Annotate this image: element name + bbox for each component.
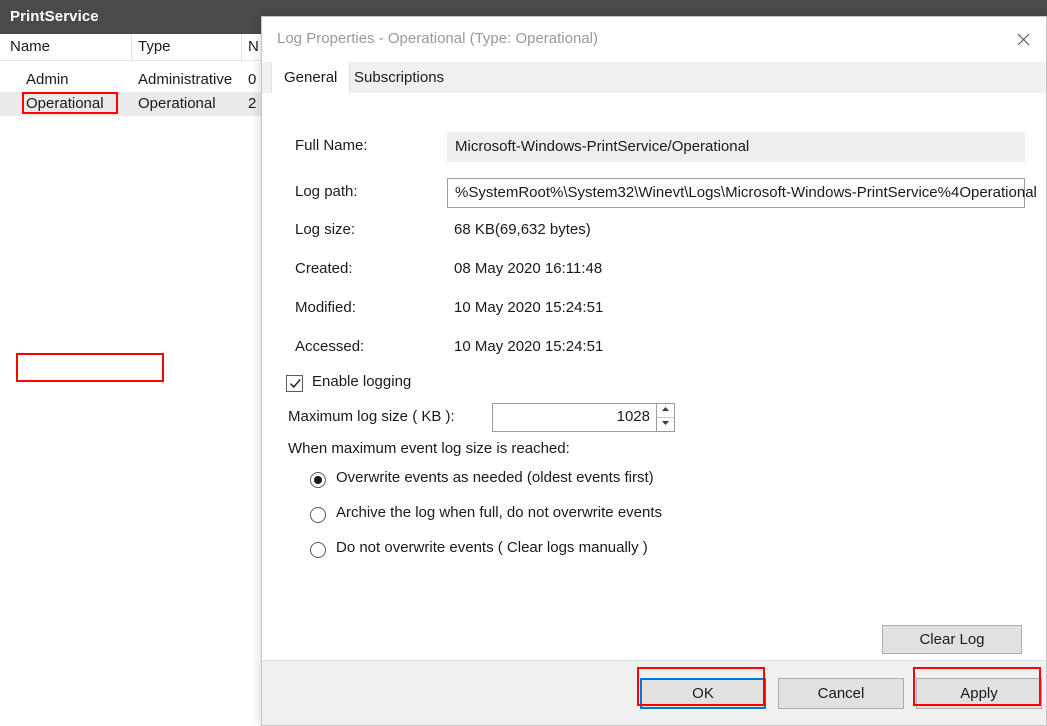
enable-logging-label: Enable logging: [312, 373, 412, 390]
dialog-titlebar: Log Properties - Operational (Type: Oper…: [262, 17, 1046, 62]
max-log-size-label: Maximum log size ( KB ):: [288, 408, 455, 425]
apply-button[interactable]: Apply: [916, 678, 1042, 709]
column-header-number[interactable]: N: [248, 38, 259, 55]
general-tab-panel: Full Name: Microsoft-Windows-PrintServic…: [262, 93, 1046, 654]
radio-label: Overwrite events as needed (oldest event…: [336, 469, 654, 486]
log-list-header: Name Type N: [0, 34, 262, 61]
event-viewer-title: PrintService: [10, 8, 99, 25]
full-name-value: Microsoft-Windows-PrintService/Operation…: [455, 138, 750, 155]
log-path-value: %SystemRoot%\System32\Winevt\Logs\Micros…: [455, 184, 1037, 201]
column-header-name[interactable]: Name: [10, 38, 50, 55]
modified-value: 10 May 2020 15:24:51: [454, 299, 604, 316]
created-value: 08 May 2020 16:11:48: [454, 260, 603, 277]
dialog-tabstrip: General Subscriptions: [262, 62, 1046, 94]
tab-general[interactable]: General: [271, 62, 351, 93]
log-size-label: Log size:: [295, 221, 356, 238]
max-log-size-stepper[interactable]: 1028: [492, 403, 675, 432]
checkmark-icon: [289, 379, 301, 389]
dialog-title: Log Properties - Operational (Type: Oper…: [277, 30, 598, 47]
created-label: Created:: [295, 260, 353, 277]
row-name: Operational: [26, 95, 104, 112]
radio-indicator[interactable]: [310, 472, 326, 488]
table-row[interactable]: Admin Administrative 0: [0, 68, 262, 92]
row-number: 2: [248, 95, 257, 112]
radio-label: Do not overwrite events ( Clear logs man…: [336, 539, 648, 556]
table-row[interactable]: Operational Operational 2: [0, 92, 262, 116]
column-separator[interactable]: [131, 34, 132, 60]
column-separator[interactable]: [241, 34, 242, 60]
log-path-input[interactable]: %SystemRoot%\System32\Winevt\Logs\Micros…: [447, 178, 1037, 208]
clear-log-button[interactable]: Clear Log: [882, 625, 1022, 654]
radio-indicator[interactable]: [310, 507, 326, 523]
radio-label: Archive the log when full, do not overwr…: [336, 504, 663, 521]
stepper-buttons: [656, 404, 674, 431]
accessed-value: 10 May 2020 15:24:51: [454, 338, 604, 355]
modified-label: Modified:: [295, 299, 356, 316]
enable-logging-checkbox[interactable]: [286, 375, 303, 392]
log-list-panel: Name Type N Admin Administrative 0 Opera…: [0, 34, 263, 726]
stepper-up-icon[interactable]: [657, 404, 674, 418]
cancel-button[interactable]: Cancel: [778, 678, 904, 709]
row-type: Operational: [138, 95, 216, 112]
full-name-label: Full Name:: [295, 137, 368, 154]
overflow-policy-label: When maximum event log size is reached:: [288, 440, 570, 457]
row-name: Admin: [26, 71, 69, 88]
log-path-label: Log path:: [295, 183, 358, 200]
full-name-field: Microsoft-Windows-PrintService/Operation…: [447, 132, 1025, 162]
row-number: 0: [248, 71, 257, 88]
accessed-label: Accessed:: [295, 338, 365, 355]
dialog-button-bar: OK Cancel Apply: [262, 660, 1046, 725]
close-icon[interactable]: [1000, 17, 1046, 62]
log-size-value: 68 KB(69,632 bytes): [454, 221, 591, 238]
row-type: Administrative: [138, 71, 233, 88]
tab-subscriptions[interactable]: Subscriptions: [342, 62, 456, 93]
column-header-type[interactable]: Type: [138, 38, 171, 55]
log-properties-dialog: Log Properties - Operational (Type: Oper…: [261, 16, 1047, 726]
ok-button[interactable]: OK: [640, 678, 766, 709]
max-log-size-value: 1028: [616, 408, 650, 425]
stepper-down-icon[interactable]: [657, 418, 674, 431]
radio-indicator[interactable]: [310, 542, 326, 558]
